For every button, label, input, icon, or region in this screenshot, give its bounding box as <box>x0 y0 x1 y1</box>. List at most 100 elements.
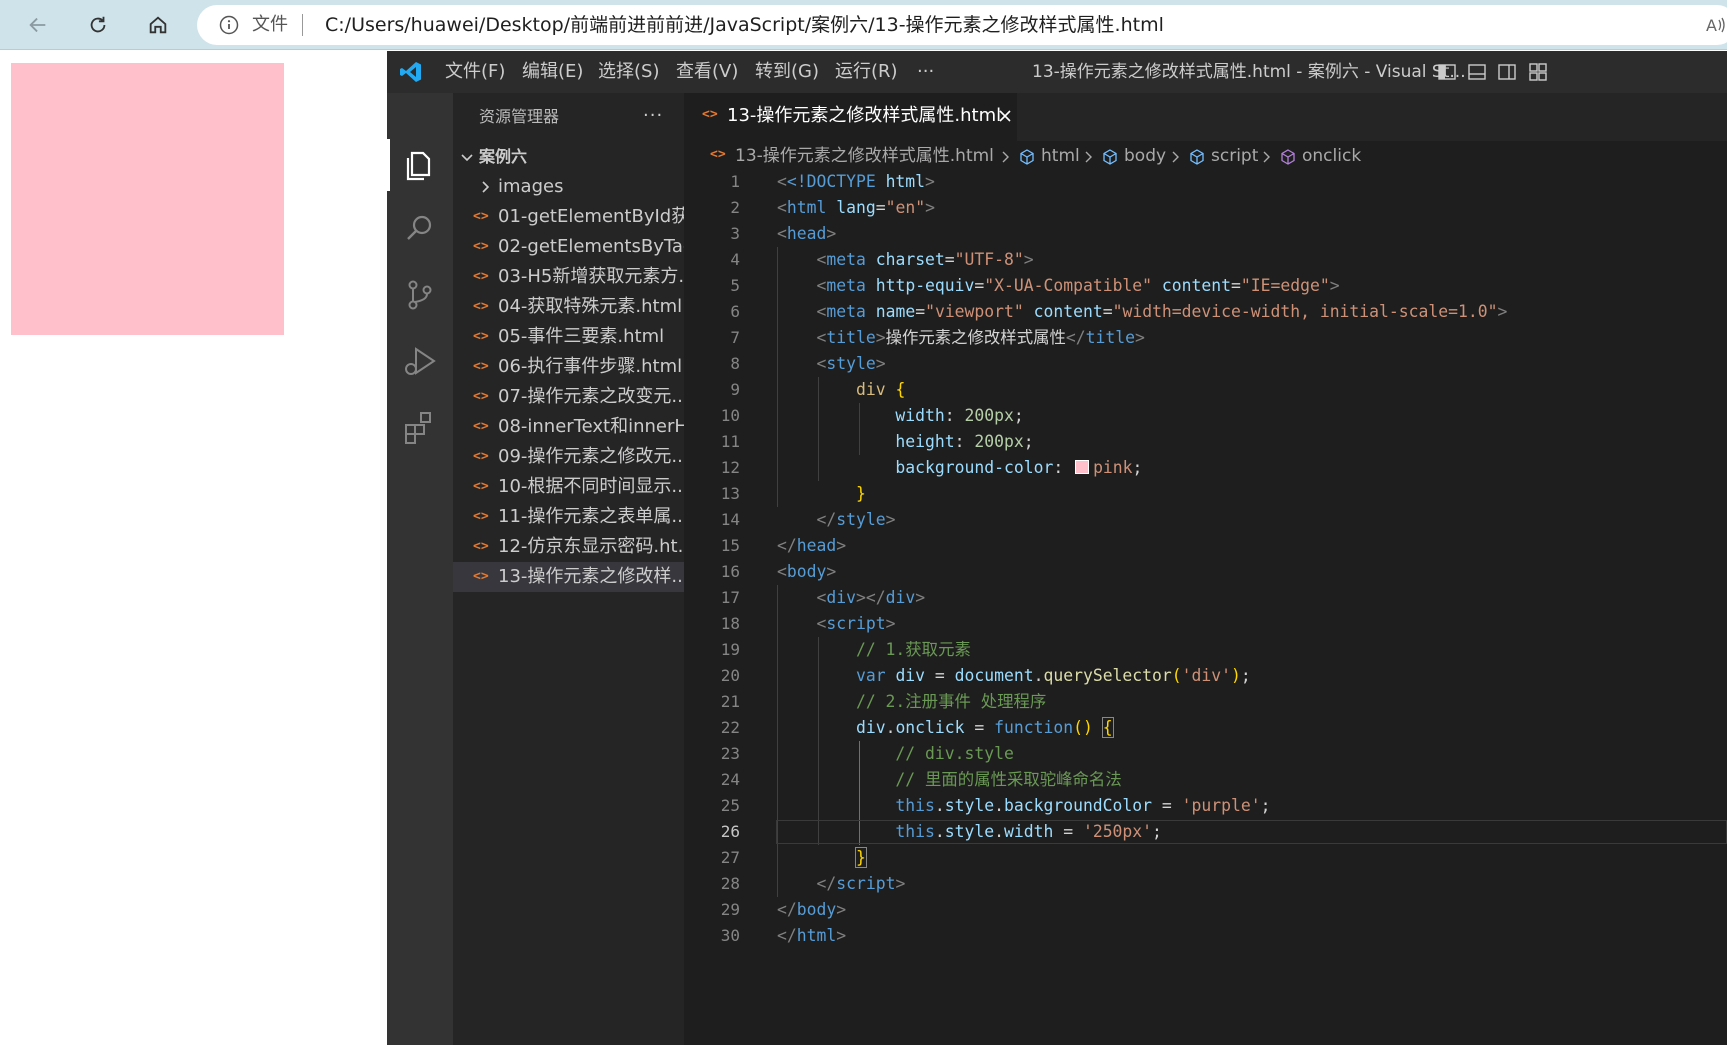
code-line: 19 // 1.获取元素 <box>684 637 1727 663</box>
line-number: 7 <box>730 328 740 347</box>
breadcrumb-body[interactable]: body <box>1124 146 1166 166</box>
extensions-icon[interactable] <box>400 407 440 447</box>
menu-more[interactable]: ··· <box>917 61 934 83</box>
tree-label: 04-获取特殊元素.html <box>498 296 683 317</box>
line-number: 13 <box>720 484 740 503</box>
menu-file[interactable]: 文件(F) <box>445 61 505 83</box>
line-content: width: 200px; <box>895 406 1024 425</box>
address-separator <box>302 14 303 36</box>
breadcrumb-html[interactable]: html <box>1041 146 1080 166</box>
token: var <box>855 666 886 685</box>
tree-file-selected[interactable]: <> 13-操作元素之修改样... <box>453 562 684 592</box>
line-content: <head> <box>777 224 837 243</box>
tree-label: 10-根据不同时间显示... <box>498 476 684 497</box>
line-content: <title>操作元素之修改样式属性</title> <box>816 328 1145 347</box>
token: width <box>1004 822 1054 841</box>
line-content: <script> <box>816 614 896 633</box>
token: "UTF-8" <box>954 250 1024 269</box>
refresh-button[interactable] <box>80 8 116 42</box>
tree-file[interactable]: <> 06-执行事件步骤.html <box>453 352 684 382</box>
customize-layout-icon[interactable] <box>1528 62 1548 82</box>
run-debug-icon[interactable] <box>400 341 440 381</box>
code-line: 14 </style> <box>684 507 1727 533</box>
read-aloud-icon[interactable]: A <box>1705 14 1727 36</box>
html-file-icon: <> <box>473 389 489 404</box>
line-content: <<!DOCTYPE html> <box>777 172 935 191</box>
tab-active-file[interactable]: <> 13-操作元素之修改样式属性.html <box>684 93 1017 141</box>
source-control-icon[interactable] <box>400 275 440 315</box>
code-line: 6 <meta name="viewport" content="width=d… <box>684 299 1727 325</box>
html-file-icon: <> <box>473 569 489 584</box>
token: name <box>875 302 916 321</box>
address-bar[interactable]: 文件 C:/Users/huawei/Desktop/前端前进前前进/JavaS… <box>197 5 1727 45</box>
code-line: 4 <meta charset="UTF-8"> <box>684 247 1727 273</box>
line-number: 1 <box>730 172 740 191</box>
pink-div-box[interactable] <box>11 63 284 335</box>
tree-file[interactable]: <> 10-根据不同时间显示... <box>453 472 684 502</box>
line-number: 8 <box>730 354 740 373</box>
home-button[interactable] <box>140 8 176 42</box>
token: // 2.注册事件 处理程序 <box>855 692 1047 711</box>
line-content: <html lang="en"> <box>777 198 935 217</box>
token: onclick <box>895 718 965 737</box>
line-number: 16 <box>720 562 740 581</box>
token: document <box>954 666 1034 685</box>
folder-root-row[interactable]: 案例六 <box>453 143 684 171</box>
toggle-panel-icon[interactable] <box>1467 62 1487 82</box>
html-file-icon: <> <box>473 299 489 314</box>
code-line: 25 this.style.backgroundColor = 'purple'… <box>684 793 1727 819</box>
tree-file[interactable]: <> 01-getElementById获... <box>453 202 684 232</box>
breadcrumb-script[interactable]: script <box>1211 146 1258 166</box>
code-line: 12 background-color: pink; <box>684 455 1727 481</box>
toggle-secondary-sidebar-icon[interactable] <box>1497 62 1517 82</box>
info-icon[interactable] <box>219 15 239 35</box>
close-icon[interactable] <box>997 108 1013 124</box>
line-number: 30 <box>720 926 740 945</box>
menu-edit[interactable]: 编辑(E) <box>522 61 583 83</box>
token: "X-UA-Compatible" <box>984 276 1153 295</box>
tree-file[interactable]: <> 04-获取特殊元素.html <box>453 292 684 322</box>
toggle-primary-sidebar-icon[interactable] <box>1437 62 1457 82</box>
token: 'div' <box>1181 666 1231 685</box>
tree-file[interactable]: <> 02-getElementsByTag... <box>453 232 684 262</box>
code-line: 23 // div.style <box>684 741 1727 767</box>
code-line: 13 } <box>684 481 1727 507</box>
tree-folder-images[interactable]: images <box>453 172 684 202</box>
line-content: <style> <box>816 354 886 373</box>
code-editor[interactable]: 1 <<!DOCTYPE html> 2 <html lang="en"> 3 … <box>684 169 1727 1045</box>
menu-run[interactable]: 运行(R) <box>835 61 898 83</box>
tree-label: 03-H5新增获取元素方... <box>498 266 684 287</box>
line-content: this.style.backgroundColor = 'purple'; <box>895 796 1271 815</box>
menu-go[interactable]: 转到(G) <box>755 61 819 83</box>
token: lang <box>836 198 876 217</box>
code-line: 9 div { <box>684 377 1727 403</box>
tree-file[interactable]: <> 03-H5新增获取元素方... <box>453 262 684 292</box>
explorer-more-actions[interactable]: ··· <box>643 105 663 126</box>
menu-selection[interactable]: 选择(S) <box>598 61 659 83</box>
back-button[interactable] <box>20 8 56 42</box>
tree-file[interactable]: <> 11-操作元素之表单属... <box>453 502 684 532</box>
tree-label: 06-执行事件步骤.html <box>498 356 683 377</box>
html-file-icon: <> <box>473 419 489 434</box>
token: 操作元素之修改样式属性 <box>885 328 1066 347</box>
tree-file[interactable]: <> 09-操作元素之修改元... <box>453 442 684 472</box>
html-file-icon: <> <box>473 539 489 554</box>
token: 200px <box>974 432 1024 451</box>
url-text[interactable]: C:/Users/huawei/Desktop/前端前进前前进/JavaScri… <box>325 13 1164 37</box>
breadcrumb-file[interactable]: 13-操作元素之修改样式属性.html <box>735 146 994 166</box>
line-content: var div = document.querySelector('div'); <box>855 666 1251 685</box>
breadcrumb-onclick[interactable]: onclick <box>1302 146 1361 166</box>
search-icon[interactable] <box>400 209 440 249</box>
tree-file[interactable]: <> 08-innerText和innerH... <box>453 412 684 442</box>
line-content: <body> <box>777 562 837 581</box>
explorer-icon[interactable] <box>400 145 440 185</box>
line-content: height: 200px; <box>895 432 1034 451</box>
tree-file[interactable]: <> 05-事件三要素.html <box>453 322 684 352</box>
tree-file[interactable]: <> 12-仿京东显示密码.ht... <box>453 532 684 562</box>
menu-view[interactable]: 查看(V) <box>676 61 738 83</box>
color-swatch-icon[interactable] <box>1075 460 1090 474</box>
tree-file[interactable]: <> 07-操作元素之改变元... <box>453 382 684 412</box>
line-number: 9 <box>730 380 740 399</box>
token: "en" <box>885 198 926 217</box>
tree-label: 09-操作元素之修改元... <box>498 446 684 467</box>
